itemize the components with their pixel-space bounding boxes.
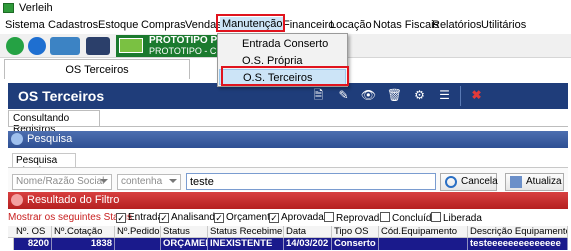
- filter-icon: [11, 194, 23, 206]
- col-num-pedido[interactable]: Nº.Pedido: [115, 226, 161, 238]
- logo-icon[interactable]: [86, 37, 110, 55]
- close-icon[interactable]: ✖: [468, 87, 485, 104]
- highlight-box-manutencao: [216, 14, 285, 32]
- status-reprovada-label: Reprovada: [336, 213, 385, 224]
- cancel-button-label: Cancela: [461, 176, 498, 187]
- update-button-label: Atualiza: [526, 176, 562, 187]
- whatsapp-icon[interactable]: [6, 37, 24, 55]
- menu-icon[interactable]: ☰: [436, 87, 453, 104]
- status-concluida-checkbox[interactable]: Concluída: [380, 212, 437, 224]
- col-status-recebimento[interactable]: Status Recebimento: [208, 226, 284, 238]
- col-descricao-equipamento[interactable]: Descrição Equipamento: [468, 226, 568, 238]
- pesquisa-label: Pesquisa: [27, 133, 73, 145]
- field-select-value: Nome/Razão Social: [16, 176, 105, 187]
- status-reprovada-checkbox[interactable]: Reprovada: [324, 212, 385, 224]
- cell-status-recebimento: INEXISTENTE: [208, 238, 284, 250]
- col-status[interactable]: Status: [161, 226, 208, 238]
- cell-descricao-equipamento: testeeeeeeeeeeeeee: [468, 238, 568, 250]
- menu-bar: Sistema Cadastros Estoque Compras Vendas…: [0, 16, 571, 34]
- resultado-label: Resultado do Filtro: [27, 194, 120, 206]
- checkbox-checked: ✓: [159, 213, 169, 223]
- expand-icon: [11, 133, 23, 145]
- edit-icon[interactable]: ✎: [335, 87, 352, 104]
- menu-utilitarios[interactable]: Utilitários: [481, 19, 526, 31]
- col-data[interactable]: Data: [284, 226, 332, 238]
- menu-financeiro[interactable]: Financeiro: [283, 19, 334, 31]
- new-document-icon[interactable]: 🗎: [310, 87, 327, 104]
- status-filter: Mostrar os seguintes Status : ✓ Entrada ✓…: [8, 211, 568, 225]
- teamviewer-icon[interactable]: [28, 37, 46, 55]
- status-liberada-checkbox[interactable]: Liberada: [431, 212, 482, 224]
- toolbar-separator: [460, 86, 461, 106]
- menu-estoque[interactable]: Estoque: [98, 19, 138, 31]
- cell-tipo-os: Conserto: [332, 238, 379, 250]
- status-liberada-label: Liberada: [443, 213, 482, 224]
- col-num-cotacao[interactable]: Nº.Cotação: [52, 226, 115, 238]
- checkbox-checked: ✓: [269, 213, 279, 223]
- resultado-bar[interactable]: Resultado do Filtro: [8, 192, 568, 209]
- status-entrada-label: Entrada: [128, 212, 164, 223]
- search-icon: [445, 176, 457, 188]
- subtab-divider: [8, 126, 568, 127]
- highlight-box-os-terceiros: [221, 66, 349, 86]
- menu-notas-fiscais[interactable]: Notas Fiscais: [373, 19, 439, 31]
- checkbox-unchecked: [380, 212, 390, 222]
- tab-consultando-registros[interactable]: Consultando Registros: [8, 110, 100, 135]
- status-aprovada-checkbox[interactable]: ✓ Aprovada: [269, 212, 324, 223]
- menu-sistema[interactable]: Sistema: [5, 19, 45, 31]
- col-tipo-os[interactable]: Tipo OS: [332, 226, 379, 238]
- checkbox-checked: ✓: [214, 213, 224, 223]
- checkbox-unchecked: [431, 212, 441, 222]
- status-aprovada-label: Aprovada: [281, 212, 324, 223]
- cell-num-cotacao: 1838: [52, 238, 115, 250]
- tools-icon[interactable]: ⚙: [411, 87, 428, 104]
- dxo-icon[interactable]: [50, 37, 80, 55]
- page-title: OS Terceiros: [18, 88, 105, 104]
- cell-cod-equipamento: [379, 238, 468, 250]
- title-bar: Verleih: [0, 0, 571, 16]
- window-title: Verleih: [19, 2, 53, 14]
- cancel-button[interactable]: Cancela: [440, 173, 498, 191]
- cell-num-pedido: [115, 238, 161, 250]
- col-num-os[interactable]: Nº. OS: [14, 226, 52, 238]
- company-name: PROTOTIPO PR: [149, 35, 225, 46]
- table-header: Nº. OS Nº.Cotação Nº.Pedido Status Statu…: [8, 226, 568, 238]
- menu-entrada-conserto[interactable]: Entrada Conserto: [219, 36, 346, 52]
- menu-compras[interactable]: Compras: [141, 19, 186, 31]
- checkbox-checked: ✓: [116, 213, 126, 223]
- cell-num-os: 8200: [14, 238, 52, 250]
- view-icon[interactable]: 👁: [360, 87, 377, 104]
- cell-status: ORÇAMENT: [161, 238, 208, 250]
- col-cod-equipamento[interactable]: Cód.Equipamento: [379, 226, 468, 238]
- menu-relatorios[interactable]: Relatórios: [432, 19, 482, 31]
- refresh-icon: [510, 176, 522, 188]
- app-icon: [3, 3, 14, 13]
- chevron-down-icon: [100, 179, 108, 183]
- update-button[interactable]: Atualiza: [505, 173, 564, 191]
- company-logo-icon: [119, 38, 143, 53]
- search-input[interactable]: [186, 173, 436, 190]
- pesquisa-area: Nome/Razão Social contenha Cancela Atual…: [8, 167, 568, 191]
- status-analisando-checkbox[interactable]: ✓ Analisando: [159, 212, 220, 223]
- field-select[interactable]: Nome/Razão Social: [12, 174, 112, 190]
- operator-select-value: contenha: [121, 176, 163, 187]
- table-row[interactable]: 8200 1838 ORÇAMENT INEXISTENTE 14/03/202…: [8, 238, 568, 250]
- cell-data: 14/03/202: [284, 238, 332, 250]
- delete-icon[interactable]: 🗑: [386, 87, 403, 104]
- operator-select[interactable]: contenha: [117, 174, 181, 190]
- menu-locacao[interactable]: Locação: [330, 19, 372, 31]
- menu-cadastros[interactable]: Cadastros: [48, 19, 98, 31]
- pesquisa-bar[interactable]: Pesquisa: [8, 131, 568, 148]
- status-entrada-checkbox[interactable]: ✓ Entrada: [116, 212, 163, 223]
- status-orcamento-checkbox[interactable]: ✓ Orçamento: [214, 212, 275, 223]
- tab-pesquisa-simples[interactable]: Pesquisa Simples: [12, 153, 76, 177]
- tab-os-terceiros[interactable]: OS Terceiros: [4, 59, 190, 79]
- chevron-down-icon: [169, 179, 177, 183]
- checkbox-unchecked: [324, 212, 334, 222]
